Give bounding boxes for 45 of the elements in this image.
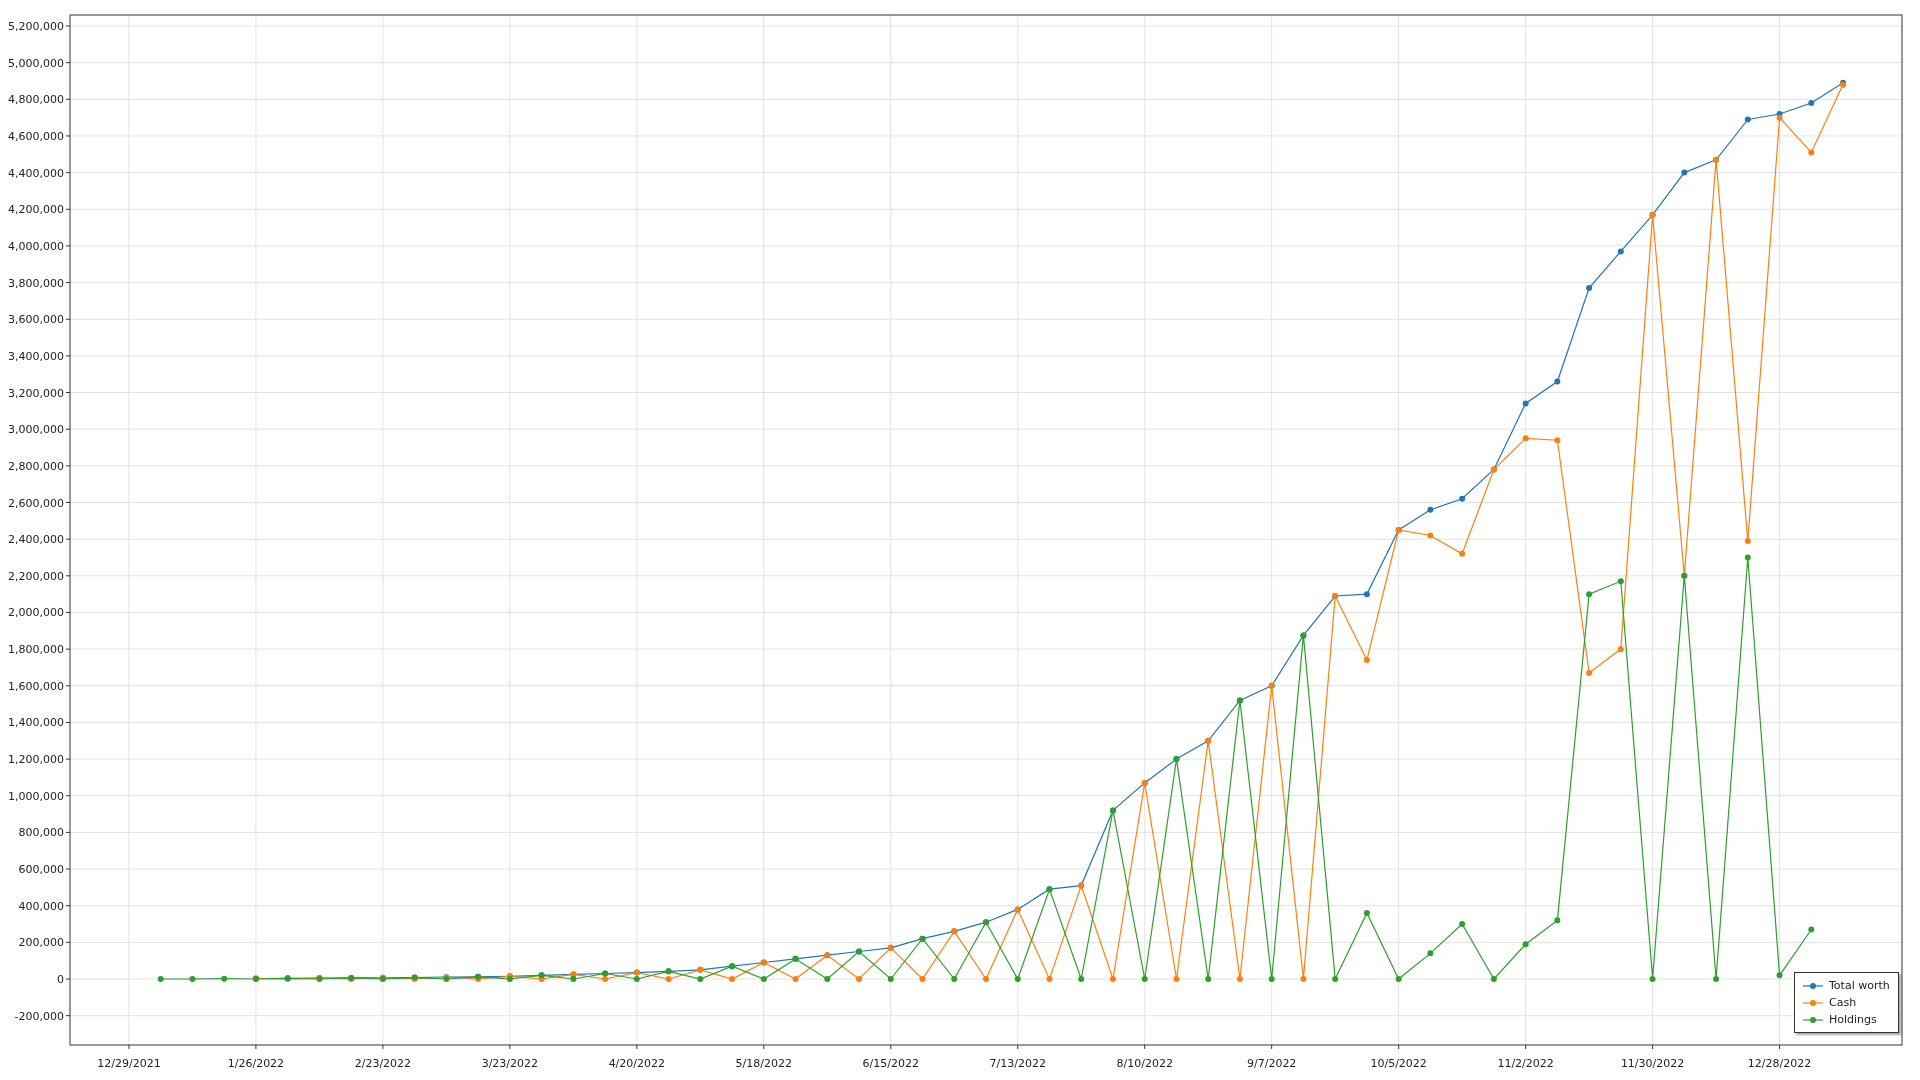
x-tick-label: 8/10/2022 bbox=[1116, 1057, 1173, 1070]
y-tick-label: 3,800,000 bbox=[8, 276, 64, 290]
y-tick-label: 4,000,000 bbox=[8, 239, 64, 253]
y-tick-label: 1,800,000 bbox=[8, 643, 64, 657]
x-tick-label: 3/23/2022 bbox=[481, 1057, 539, 1070]
y-tick-label: 200,000 bbox=[18, 936, 64, 950]
y-tick-label: 4,200,000 bbox=[8, 203, 64, 217]
legend-label: Total worth bbox=[1829, 979, 1890, 992]
x-tick-label: 10/5/2022 bbox=[1370, 1057, 1427, 1070]
y-tick-label: 400,000 bbox=[18, 899, 64, 913]
y-tick-label: 2,400,000 bbox=[8, 533, 64, 547]
y-tick-label: 4,400,000 bbox=[8, 166, 64, 180]
y-tick-label: 1,000,000 bbox=[8, 789, 64, 803]
x-tick-label: 1/26/2022 bbox=[227, 1057, 285, 1070]
x-tick-label: 12/29/2021 bbox=[97, 1057, 161, 1070]
y-tick-label: 600,000 bbox=[18, 863, 64, 877]
y-tick-label: 2,800,000 bbox=[8, 459, 64, 473]
legend-label: Cash bbox=[1829, 996, 1857, 1009]
y-tick-label: 2,200,000 bbox=[8, 569, 64, 583]
y-tick-label: 2,000,000 bbox=[8, 606, 64, 620]
y-tick-label: 800,000 bbox=[18, 826, 64, 840]
x-tick-label: 9/7/2022 bbox=[1247, 1057, 1297, 1070]
x-tick-label: 5/18/2022 bbox=[735, 1057, 792, 1070]
x-tick-label: 6/15/2022 bbox=[862, 1057, 919, 1070]
y-tick-label: 4,600,000 bbox=[8, 129, 64, 143]
y-tick-label: 4,800,000 bbox=[8, 93, 64, 107]
y-tick-label: 0 bbox=[57, 973, 64, 986]
x-tick-label: 12/28/2022 bbox=[1747, 1057, 1812, 1070]
y-tick-label: 3,600,000 bbox=[8, 313, 64, 327]
x-tick-label: 2/23/2022 bbox=[354, 1057, 412, 1070]
y-tick-label: -200,000 bbox=[14, 1009, 64, 1023]
y-tick-label: 2,600,000 bbox=[8, 496, 64, 510]
y-tick-label: 1,600,000 bbox=[8, 679, 64, 693]
y-tick-label: 3,000,000 bbox=[8, 423, 64, 437]
x-tick-label: 11/2/2022 bbox=[1497, 1057, 1554, 1070]
y-tick-label: 5,200,000 bbox=[8, 20, 64, 33]
y-tick-label: 5,000,000 bbox=[8, 56, 64, 70]
x-tick-label: 11/30/2022 bbox=[1620, 1057, 1685, 1070]
legend-label: Holdings bbox=[1829, 1013, 1877, 1026]
x-tick-label: 4/20/2022 bbox=[608, 1057, 666, 1070]
y-tick-label: 3,400,000 bbox=[8, 349, 64, 363]
y-tick-label: 1,200,000 bbox=[8, 753, 64, 767]
x-tick-label: 7/13/2022 bbox=[989, 1057, 1046, 1070]
y-tick-label: 1,400,000 bbox=[8, 716, 64, 730]
y-tick-label: 3,200,000 bbox=[8, 386, 64, 400]
